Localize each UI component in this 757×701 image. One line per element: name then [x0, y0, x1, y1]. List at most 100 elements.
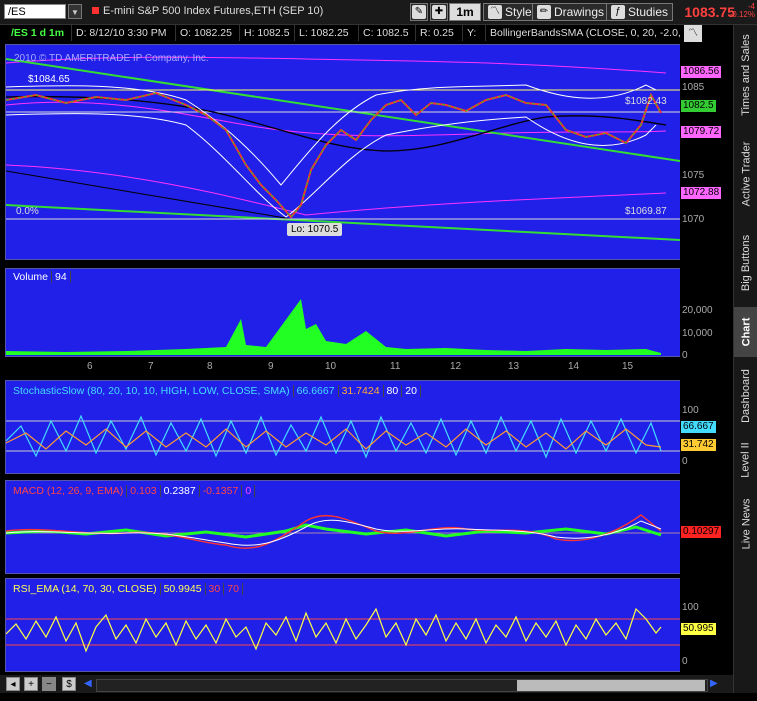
studies-label: Studies: [628, 5, 669, 19]
crosshair-icon-glyph: ✚: [432, 5, 446, 19]
volume-panel[interactable]: Volume 94: [5, 268, 681, 357]
tab-label: Live News: [740, 498, 752, 550]
studies-button[interactable]: ƒ Studies: [606, 3, 674, 21]
copyright-text: 2010 © TD AMERITRADE IP Company, Inc.: [14, 53, 209, 64]
price-change: -4 -0.12%: [730, 3, 755, 19]
tab-label: Big Buttons: [740, 234, 753, 292]
symbol-description: E-mini S&P 500 Index Futures,ETH (SEP 10…: [92, 5, 323, 17]
rsi-tick: 0: [682, 656, 688, 667]
low-label: Lo: 1070.5: [287, 223, 343, 236]
scroll-back-icon[interactable]: ◀: [84, 678, 92, 689]
rsi-chart-svg: [6, 607, 680, 653]
zoom-out-icon[interactable]: −: [42, 677, 56, 691]
tab-label: Active Trader: [740, 141, 752, 207]
time-tick: 7: [148, 361, 154, 372]
stoch-d-tag: 31.742: [681, 439, 716, 451]
tab-chart[interactable]: Chart: [734, 307, 757, 357]
style-label: Style: [505, 5, 532, 19]
studies-icon: ƒ: [611, 5, 625, 19]
rsi-axis: 100 50.995 0: [680, 578, 728, 672]
macd-histogram: [6, 523, 662, 539]
tab-dashboard[interactable]: Dashboard: [734, 361, 757, 431]
drawings-button[interactable]: ✏ Drawings: [532, 3, 610, 21]
price-axis: 1085 1080 1075 1070 1086.56 1082.5 1079.…: [680, 44, 728, 260]
price-panel[interactable]: 2010 © TD AMERITRADE IP Company, Inc. $1…: [5, 44, 681, 260]
macd-panel[interactable]: MACD (12, 26, 9, EMA) 0.103 0.2387 -0.1357 0: [5, 480, 681, 574]
header-close: C: 1082.5: [360, 25, 416, 41]
fib-right-label: $1082.43: [625, 96, 667, 107]
time-tick: 11: [390, 361, 401, 372]
price-chart-svg: [6, 56, 680, 241]
symbol-input[interactable]: /ES: [4, 4, 66, 19]
drawings-label: Drawings: [554, 5, 605, 19]
tab-times-and-sales[interactable]: Times and Sales: [734, 25, 757, 125]
macd-tag: 0.10297: [681, 526, 722, 538]
fib-bottom-label: $1069.87: [625, 206, 667, 217]
alert-icon: [92, 7, 99, 14]
symbol-dropdown-icon[interactable]: ▼: [68, 4, 82, 19]
tab-label: Times and Sales: [740, 34, 752, 116]
zoom-in-icon[interactable]: +: [24, 677, 38, 691]
stochastic-panel[interactable]: StochasticSlow (80, 20, 10, 10, HIGH, LO…: [5, 380, 681, 474]
price-tag-envelope-upper: 1086.56: [681, 66, 722, 78]
price-tick: 1075: [682, 170, 705, 181]
header-low: L: 1082.25: [296, 25, 359, 41]
volume-tick: 20,000: [682, 305, 713, 316]
stoch-axis: 100 66.667 31.742 0: [680, 380, 728, 474]
wrench-icon[interactable]: ✎: [410, 3, 428, 21]
chart-settings-icon[interactable]: 〽: [684, 25, 702, 42]
change-percent: -0.12%: [729, 10, 755, 19]
time-tick: 14: [568, 361, 580, 372]
time-tick: 10: [325, 361, 337, 372]
stoch-k-tag: 66.667: [681, 421, 716, 433]
scroll-left-icon[interactable]: ◂: [6, 677, 20, 691]
time-tick: 12: [450, 361, 462, 372]
scrollbar-thumb[interactable]: [517, 680, 705, 691]
stoch-chart-svg: [6, 414, 680, 459]
macd-chart-svg: [6, 514, 680, 549]
volume-bars: [6, 299, 661, 355]
volume-tick: 10,000: [682, 328, 713, 339]
fib-top-label: $1084.65: [28, 74, 70, 85]
tab-live-news[interactable]: Live News: [734, 489, 757, 559]
tab-label: Chart: [740, 317, 753, 347]
bottom-bar: ◂ + − $ ◀ ▶: [0, 675, 733, 693]
interval-button[interactable]: 1m: [449, 3, 481, 21]
tab-label: Level II: [740, 442, 752, 478]
dollar-icon[interactable]: $: [62, 677, 76, 691]
style-button[interactable]: 〽 Style: [483, 3, 537, 21]
tab-level-ii[interactable]: Level II: [734, 435, 757, 485]
macd-axis: 0.10297: [680, 480, 728, 574]
description-text: E-mini S&P 500 Index Futures,ETH (SEP 10…: [103, 5, 324, 17]
time-axis: 6 7 8 9 10 11 12 13 14 15: [5, 358, 681, 378]
price-tag-envelope-lower: 1072.88: [681, 187, 722, 199]
fib-bottom-pct: 0.0%: [16, 206, 39, 217]
header-date: D: 8/12/10 3:30 PM: [73, 25, 176, 41]
stoch-tick: 0: [682, 456, 688, 467]
header-high: H: 1082.5: [241, 25, 295, 41]
crosshair-icon[interactable]: ✚: [430, 3, 448, 21]
style-icon: 〽: [488, 5, 502, 19]
tab-label: Dashboard: [740, 369, 753, 423]
time-tick: 6: [87, 361, 93, 372]
horizontal-scrollbar[interactable]: [96, 679, 708, 692]
price-tag-envelope-mid: 1079.72: [681, 126, 722, 138]
pencil-icon: ✏: [537, 5, 551, 19]
tab-active-trader[interactable]: Active Trader: [734, 129, 757, 219]
scroll-forward-icon[interactable]: ▶: [710, 678, 718, 689]
rsi-panel[interactable]: RSI_EMA (14, 70, 30, CLOSE) 50.9945 30 70: [5, 578, 681, 672]
right-sidebar: Times and Sales Active Trader Big Button…: [733, 25, 757, 693]
header-open: O: 1082.25: [177, 25, 240, 41]
time-tick: 8: [207, 361, 213, 372]
time-tick: 9: [268, 361, 274, 372]
header-y: Y:: [464, 25, 486, 41]
symbol-period[interactable]: /ES 1 d 1m: [8, 25, 72, 41]
volume-tick: 0: [682, 350, 688, 361]
wrench-icon: ✎: [412, 5, 426, 19]
stoch-tick: 100: [682, 405, 699, 416]
tab-big-buttons[interactable]: Big Buttons: [734, 223, 757, 303]
trendline-lower: [6, 204, 680, 241]
price-tick: 1085: [682, 82, 705, 93]
bollinger-lower: [6, 113, 657, 218]
volume-chart-svg: [6, 299, 661, 355]
